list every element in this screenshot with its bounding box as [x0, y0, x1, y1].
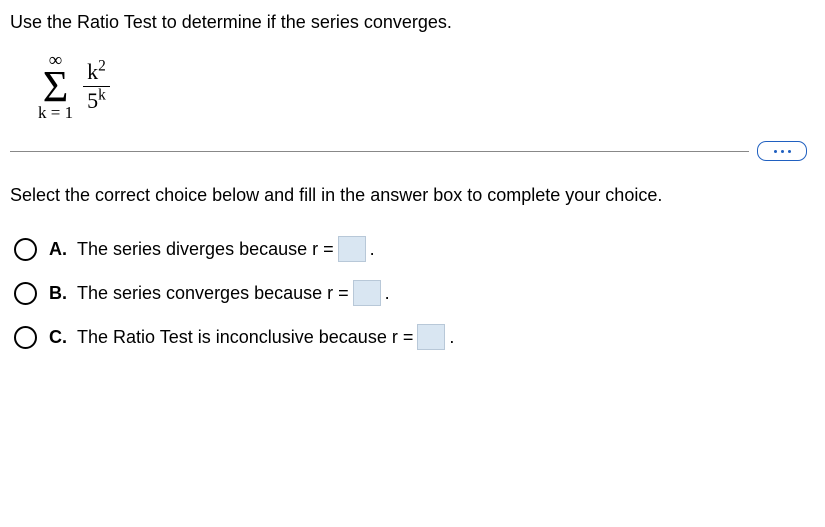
choice-text-a: The series diverges because r = .: [77, 236, 375, 262]
sigma-notation: ∞ Σ k = 1: [38, 51, 73, 121]
answer-input-c[interactable]: [417, 324, 445, 350]
series-expression: ∞ Σ k = 1 k2 5k: [38, 51, 815, 121]
instruction-text: Select the correct choice below and fill…: [10, 185, 815, 206]
denominator: 5k: [83, 89, 110, 112]
choice-letter-a: A.: [49, 239, 77, 260]
choice-text-b: The series converges because r = .: [77, 280, 390, 306]
question-text: Use the Ratio Test to determine if the s…: [10, 12, 815, 33]
numerator: k2: [83, 60, 110, 83]
choice-letter-c: C.: [49, 327, 77, 348]
choice-a[interactable]: A. The series diverges because r = .: [14, 236, 815, 262]
divider-line: [10, 151, 749, 152]
answer-input-a[interactable]: [338, 236, 366, 262]
dot-icon: [781, 150, 784, 153]
dot-icon: [774, 150, 777, 153]
fraction: k2 5k: [83, 60, 110, 111]
sigma-lower-limit: k = 1: [38, 104, 73, 121]
expand-button[interactable]: [757, 141, 807, 161]
radio-b[interactable]: [14, 282, 37, 305]
radio-c[interactable]: [14, 326, 37, 349]
choice-c[interactable]: C. The Ratio Test is inconclusive becaus…: [14, 324, 815, 350]
radio-a[interactable]: [14, 238, 37, 261]
section-divider: [10, 141, 815, 161]
choice-text-c: The Ratio Test is inconclusive because r…: [77, 324, 454, 350]
sigma-symbol: Σ: [43, 70, 69, 103]
dot-icon: [788, 150, 791, 153]
choice-b[interactable]: B. The series converges because r = .: [14, 280, 815, 306]
answer-input-b[interactable]: [353, 280, 381, 306]
choice-letter-b: B.: [49, 283, 77, 304]
